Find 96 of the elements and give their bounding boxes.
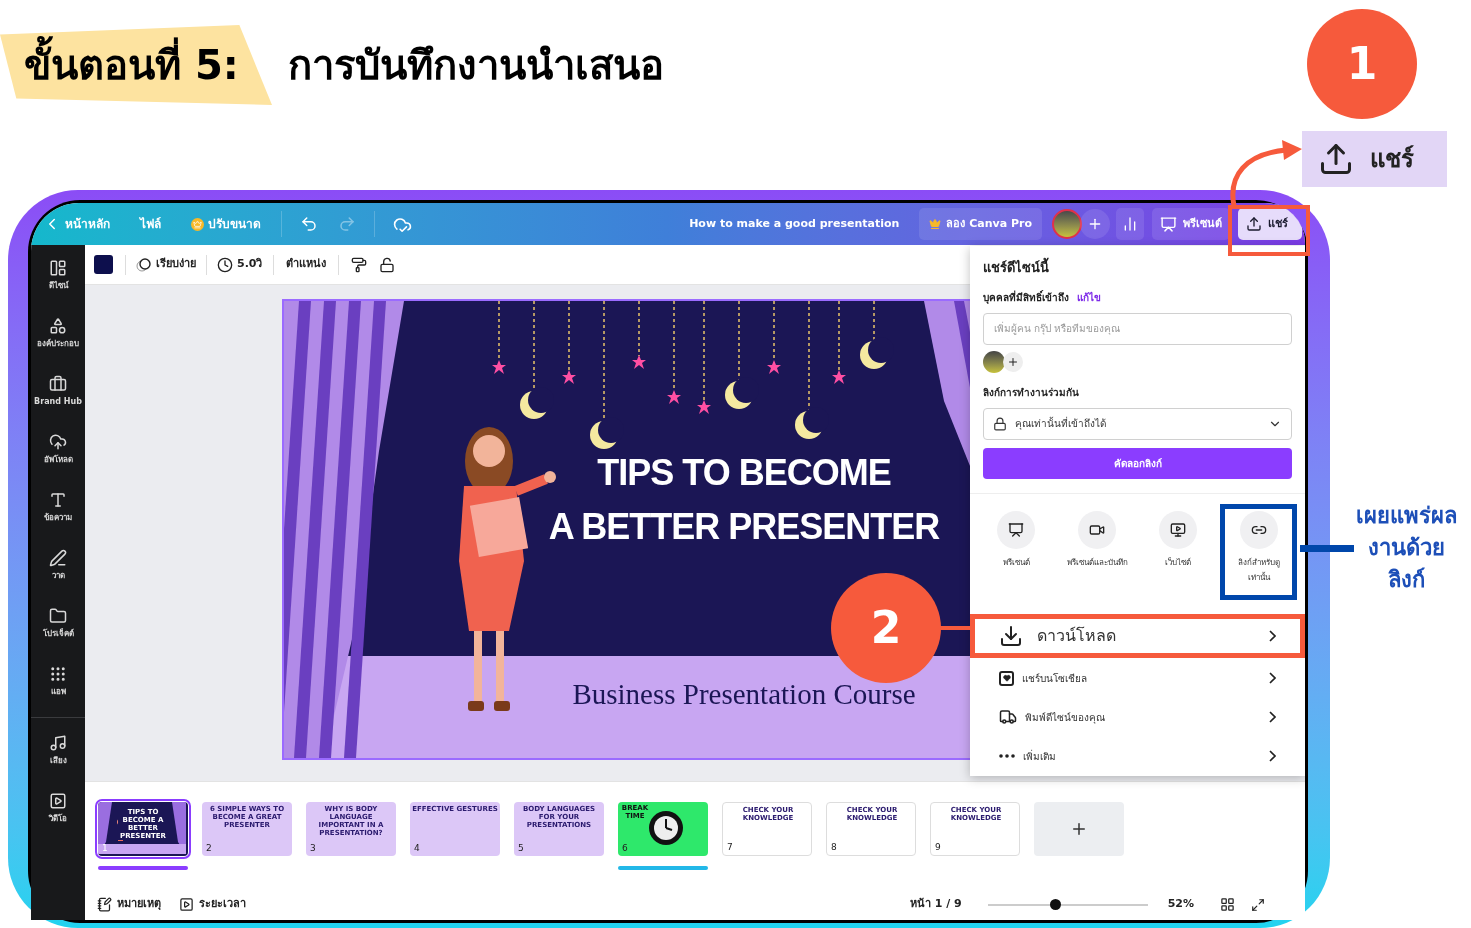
- video-camera-icon: [1078, 510, 1117, 549]
- fullscreen-icon[interactable]: [1251, 897, 1265, 912]
- collab-label: ลิงก์การทำงานร่วมกัน: [983, 385, 1080, 400]
- access-label: บุคคลที่มีสิทธิ์เข้าถึง: [983, 289, 1069, 305]
- sidebar-item[interactable]: อัพโหลด: [31, 433, 85, 491]
- animation-button[interactable]: เรียบง่าย: [136, 256, 196, 273]
- page-number: 3: [310, 841, 316, 855]
- share-menu-item[interactable]: แชร์บนโซเชียล: [970, 659, 1305, 697]
- crown-icon: [929, 218, 942, 230]
- add-icon[interactable]: [1080, 209, 1110, 239]
- slider-thumb[interactable]: [1049, 899, 1061, 910]
- page-number: 2: [206, 841, 212, 855]
- people-input-field[interactable]: เพิ่มผู้คน กรุ๊ป หรือทีมของคุณ: [983, 312, 1292, 345]
- try-pro-button[interactable]: ลอง Canva Pro: [919, 208, 1042, 240]
- link-icon: [1239, 510, 1278, 549]
- zoom-percent: 52%: [1167, 896, 1194, 913]
- sidebar-item[interactable]: องค์ประกอบ: [31, 317, 85, 375]
- chevron-right-icon: [1269, 629, 1276, 642]
- callout-number: 2: [870, 601, 902, 655]
- page-number: 8: [831, 840, 837, 854]
- page-number: 5: [518, 841, 524, 855]
- side-note: เผยแพร่ผล งานด้วย ลิงก์: [1355, 502, 1458, 594]
- timer-button[interactable]: ระยะเวลา: [179, 896, 246, 913]
- page-number: 6: [622, 841, 628, 855]
- sidebar-item[interactable]: ข้อความ: [31, 491, 85, 549]
- sidebar-item[interactable]: วิดีโอ: [31, 792, 85, 850]
- video-icon: [49, 792, 67, 810]
- callout-number: 1: [1346, 37, 1378, 91]
- grid-view-icon[interactable]: [1220, 897, 1235, 912]
- briefcase-icon: [49, 375, 67, 393]
- page-title: การบันทึกงานนำเสนอ: [288, 41, 664, 90]
- page-indicator: หน้า 1 / 9: [909, 896, 962, 913]
- text-icon: [49, 491, 67, 509]
- duration-button[interactable]: 5.0วิ: [217, 256, 263, 273]
- upload-icon: [1246, 216, 1262, 232]
- sidebar-item[interactable]: เสียง: [31, 734, 85, 792]
- clock-thumbnail-drawing: [648, 810, 684, 846]
- download-icon: [999, 623, 1023, 648]
- page-number: 1: [102, 841, 108, 855]
- chevron-right-icon: [1269, 750, 1276, 762]
- folder-icon: [49, 607, 67, 625]
- music-icon: [49, 734, 67, 752]
- step-label: ขั้นตอนที่ 5:: [24, 35, 239, 95]
- unlock-icon[interactable]: [378, 256, 395, 273]
- paint-roller-icon[interactable]: [350, 256, 367, 273]
- clock-icon: [217, 256, 233, 273]
- crown-icon: [191, 217, 204, 231]
- chart-icon[interactable]: [1116, 208, 1144, 240]
- panel-title: แชร์ดีไซน์นี้: [983, 258, 1292, 278]
- share-label: แชร์: [1370, 144, 1414, 175]
- notes-icon: [97, 897, 112, 912]
- present-button[interactable]: พรีเซนต์: [1152, 208, 1230, 240]
- presentation-icon: [997, 510, 1036, 549]
- sidebar-item[interactable]: วาด: [31, 549, 85, 607]
- chevron-right-icon: [1269, 711, 1276, 723]
- page-number: 9: [935, 840, 941, 854]
- copy-link-button[interactable]: คัดลอกลิงก์: [983, 447, 1292, 479]
- page-number: 4: [414, 841, 420, 855]
- truck-icon: [999, 708, 1017, 726]
- edit-link[interactable]: แก้ไข: [1077, 289, 1101, 305]
- color-swatch[interactable]: [94, 255, 113, 274]
- pen-icon: [49, 549, 67, 567]
- page-number: 7: [727, 840, 733, 854]
- share-button[interactable]: แชร์: [1238, 208, 1302, 240]
- slide-title-line: TIPS TO BECOME: [597, 451, 891, 495]
- undo-icon[interactable]: [300, 215, 318, 233]
- share-menu-item[interactable]: เพิ่มเติม: [970, 737, 1305, 775]
- sidebar-item[interactable]: โปรเจ็คต์: [31, 607, 85, 665]
- upload-icon: [1318, 141, 1354, 177]
- slide-subtitle: Business Presentation Course: [571, 677, 917, 712]
- layout-icon: [49, 259, 67, 277]
- sidebar-item[interactable]: Brand Hub: [31, 375, 85, 433]
- share-menu-item[interactable]: ดาวน์โหลด: [970, 613, 1305, 658]
- share-menu-item[interactable]: พิมพ์ดีไซน์ของคุณ: [970, 698, 1305, 736]
- more-icon: [999, 754, 1015, 758]
- cloud-upload-icon: [49, 433, 67, 451]
- grid-icon: [49, 665, 67, 683]
- chevron-right-icon: [1269, 672, 1276, 684]
- presentation-icon: [1160, 215, 1177, 233]
- access-select[interactable]: คุณเท่านั้นที่เข้าถึงได้: [983, 407, 1292, 440]
- slide-title-line: A BETTER PRESENTER: [548, 505, 940, 549]
- avatar: [983, 350, 1005, 373]
- notes-button[interactable]: หมายเหตุ: [97, 896, 161, 913]
- position-button[interactable]: ตำแหน่ง: [285, 256, 326, 273]
- shapes-icon: [49, 317, 67, 335]
- play-icon: [179, 897, 194, 912]
- animation-icon: [136, 256, 152, 273]
- share-option[interactable]: ลิงก์สำหรับดูเท่านั้น: [1220, 503, 1297, 600]
- document-title[interactable]: How to make a good presentation: [689, 215, 900, 233]
- avatar[interactable]: [1052, 209, 1082, 239]
- lock-icon: [993, 416, 1007, 431]
- add-person-icon[interactable]: [1003, 351, 1023, 372]
- monitor-icon: [1158, 510, 1197, 549]
- sidebar-item[interactable]: ดีไซน์: [31, 259, 85, 317]
- plus-icon: [1070, 820, 1088, 838]
- zoom-slider[interactable]: [987, 898, 1148, 911]
